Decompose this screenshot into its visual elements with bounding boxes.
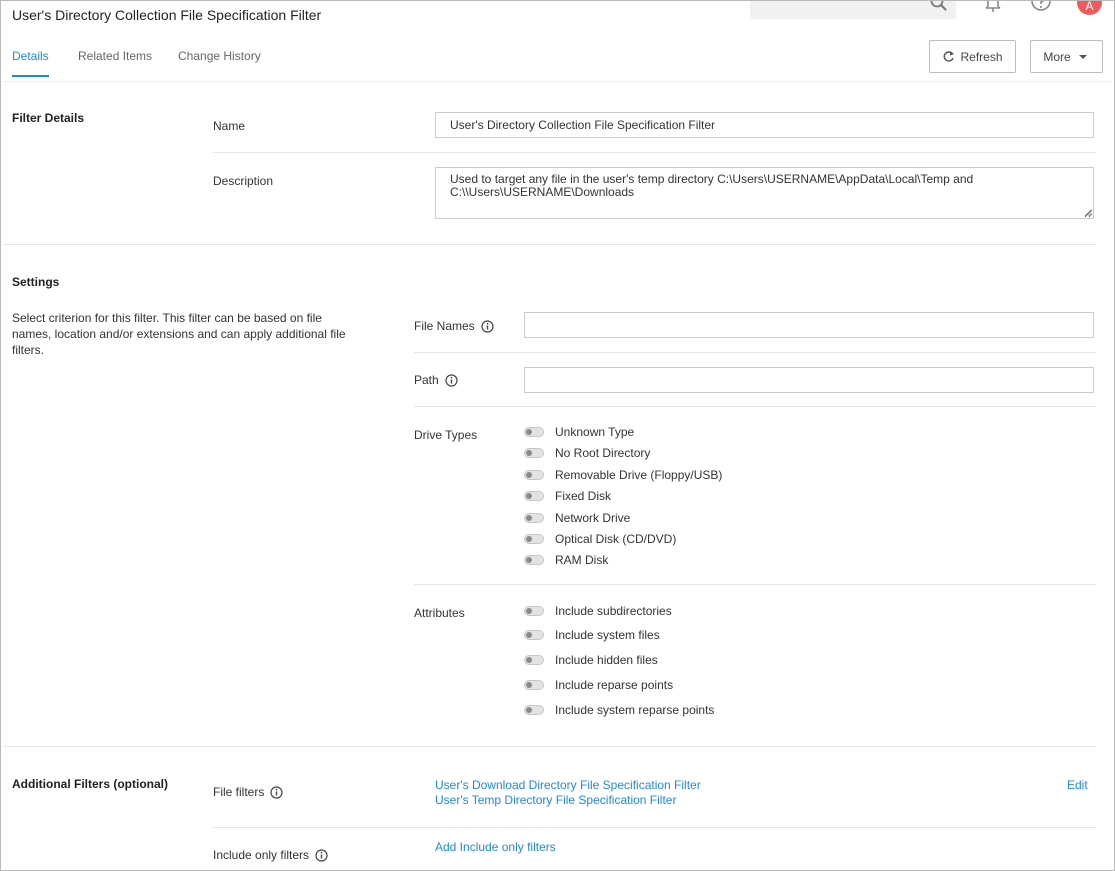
toggle-switch[interactable] bbox=[524, 534, 544, 544]
info-icon[interactable] bbox=[481, 319, 494, 333]
drive-types-label: Drive Types bbox=[414, 428, 477, 442]
toggle-label: Include system reparse points bbox=[555, 703, 715, 717]
resize-grip-icon[interactable] bbox=[1084, 209, 1092, 217]
toggle-label: RAM Disk bbox=[555, 553, 609, 567]
toggle-label: Fixed Disk bbox=[555, 489, 612, 503]
toggle-switch[interactable] bbox=[524, 513, 544, 523]
add-include-only-link[interactable]: Add Include only filters bbox=[435, 840, 556, 854]
search-icon[interactable] bbox=[929, 0, 949, 13]
additional-filters-title: Additional Filters (optional) bbox=[12, 777, 168, 791]
toggle-label: Include system files bbox=[555, 628, 660, 642]
toggle-label: Include subdirectories bbox=[555, 604, 672, 618]
bell-icon[interactable] bbox=[982, 0, 1004, 15]
avatar[interactable]: A bbox=[1077, 1, 1102, 15]
description-textarea[interactable]: Used to target any file in the user's te… bbox=[435, 167, 1094, 219]
toggle-label: Include hidden files bbox=[555, 653, 658, 667]
toggle-network-drive[interactable]: Network Drive bbox=[524, 511, 630, 525]
path-label: Path bbox=[414, 373, 458, 387]
more-label: More bbox=[1043, 49, 1071, 64]
toggle-label: Include reparse points bbox=[555, 678, 674, 692]
refresh-button[interactable]: Refresh bbox=[929, 40, 1016, 73]
header-divider bbox=[3, 81, 1112, 82]
refresh-label: Refresh bbox=[960, 49, 1003, 64]
description-label-text: Description bbox=[213, 174, 274, 188]
toggle-label: Unknown Type bbox=[555, 425, 635, 439]
toggle-include-system-reparse-points[interactable]: Include system reparse points bbox=[524, 703, 714, 717]
file-names-label-text: File Names bbox=[414, 319, 475, 333]
settings-description: Select criterion for this filter. This f… bbox=[12, 311, 346, 357]
description-label: Description bbox=[213, 174, 273, 188]
tab-details[interactable]: Details bbox=[12, 49, 49, 77]
toggle-switch[interactable] bbox=[524, 470, 544, 480]
settings-title: Settings bbox=[12, 275, 60, 289]
divider bbox=[414, 406, 1096, 407]
help-icon[interactable] bbox=[1030, 0, 1052, 15]
toggle-include-subdirectories[interactable]: Include subdirectories bbox=[524, 604, 672, 618]
divider bbox=[213, 827, 1096, 828]
toggle-switch[interactable] bbox=[524, 680, 544, 690]
toggle-include-reparse-points[interactable]: Include reparse points bbox=[524, 678, 673, 692]
toggle-label: Optical Disk (CD/DVD) bbox=[555, 532, 677, 546]
toggle-switch[interactable] bbox=[524, 427, 544, 437]
toggle-label: Network Drive bbox=[555, 511, 631, 525]
description-value: Used to target any file in the user's te… bbox=[450, 172, 974, 199]
toggle-include-system-files[interactable]: Include system files bbox=[524, 628, 660, 642]
include-only-label-text: Include only filters bbox=[213, 848, 310, 862]
file-filter-link[interactable]: User's Temp Directory File Specification… bbox=[435, 793, 676, 807]
search-input[interactable] bbox=[750, 1, 956, 19]
file-filter-link[interactable]: User's Download Directory File Specifica… bbox=[435, 778, 701, 792]
attributes-label-text: Attributes bbox=[414, 606, 465, 620]
toggle-unknown-type[interactable]: Unknown Type bbox=[524, 425, 634, 439]
toggle-removable-drive[interactable]: Removable Drive (Floppy/USB) bbox=[524, 468, 722, 482]
page-title: User's Directory Collection File Specifi… bbox=[12, 7, 322, 23]
page-frame: User's Directory Collection File Specifi… bbox=[0, 0, 1115, 871]
tab-related-items[interactable]: Related Items bbox=[78, 49, 152, 75]
toggle-label: No Root Directory bbox=[555, 446, 651, 460]
toggle-switch[interactable] bbox=[524, 630, 544, 640]
file-filters-label-text: File filters bbox=[213, 785, 265, 799]
include-only-label: Include only filters bbox=[213, 848, 328, 862]
toggle-switch[interactable] bbox=[524, 655, 544, 665]
attributes-label: Attributes bbox=[414, 606, 465, 620]
file-filters-label: File filters bbox=[213, 785, 283, 799]
path-input[interactable] bbox=[524, 367, 1094, 393]
section-divider bbox=[3, 746, 1096, 747]
name-input[interactable] bbox=[435, 112, 1094, 138]
refresh-icon bbox=[944, 51, 955, 62]
divider bbox=[414, 584, 1096, 585]
toggle-fixed-disk[interactable]: Fixed Disk bbox=[524, 489, 611, 503]
filter-details-title: Filter Details bbox=[12, 111, 85, 125]
more-button[interactable]: More bbox=[1030, 40, 1103, 73]
file-names-input[interactable] bbox=[524, 312, 1094, 338]
path-label-text: Path bbox=[414, 373, 439, 387]
toggle-include-hidden-files[interactable]: Include hidden files bbox=[524, 653, 658, 667]
name-label-text: Name bbox=[213, 119, 246, 133]
toggle-switch[interactable] bbox=[524, 705, 544, 715]
toggle-no-root-directory[interactable]: No Root Directory bbox=[524, 446, 650, 460]
divider bbox=[414, 352, 1096, 353]
info-icon[interactable] bbox=[315, 848, 328, 862]
section-divider bbox=[3, 244, 1096, 245]
toggle-label: Removable Drive (Floppy/USB) bbox=[555, 468, 723, 482]
toggle-optical-disk[interactable]: Optical Disk (CD/DVD) bbox=[524, 532, 676, 546]
name-label: Name bbox=[213, 119, 245, 133]
scrollbar[interactable] bbox=[1106, 81, 1112, 831]
toggle-switch[interactable] bbox=[524, 555, 544, 565]
toggle-switch[interactable] bbox=[524, 606, 544, 616]
toggle-switch[interactable] bbox=[524, 448, 544, 458]
drive-types-label-text: Drive Types bbox=[414, 428, 478, 442]
toggle-switch[interactable] bbox=[524, 491, 544, 501]
chevron-down-icon bbox=[1078, 54, 1087, 59]
toggle-ram-disk[interactable]: RAM Disk bbox=[524, 553, 608, 567]
divider bbox=[213, 152, 1096, 153]
tab-change-history[interactable]: Change History bbox=[178, 49, 261, 75]
edit-link[interactable]: Edit bbox=[1067, 778, 1088, 792]
info-icon[interactable] bbox=[270, 785, 283, 799]
info-icon[interactable] bbox=[445, 373, 458, 387]
file-names-label: File Names bbox=[414, 319, 494, 333]
